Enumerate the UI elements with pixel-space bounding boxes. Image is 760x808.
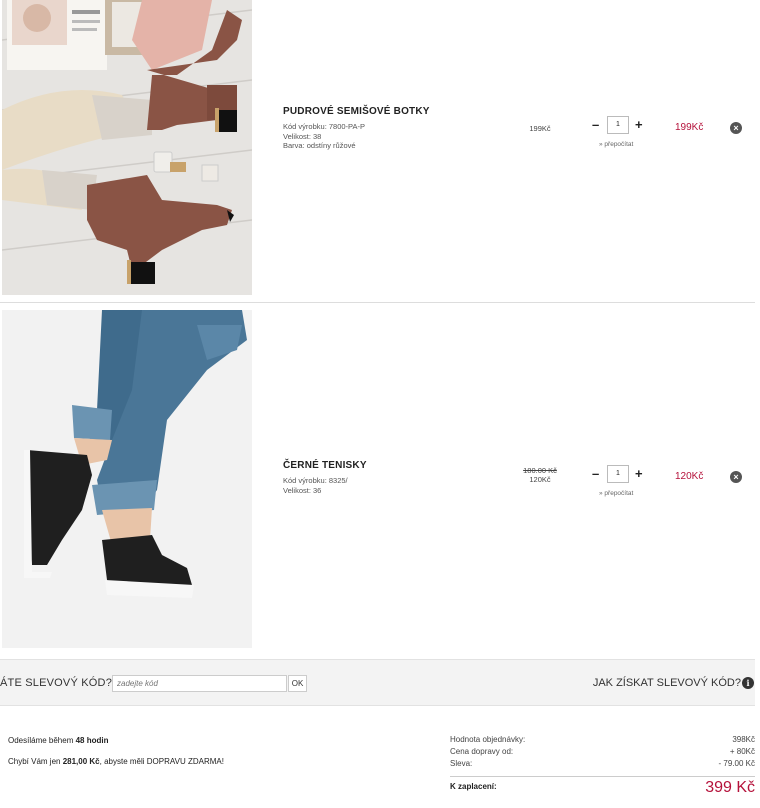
- unit-price: 180.00 Kč 120Kč: [510, 466, 570, 484]
- shipping-time: Odesíláme během 48 hodin: [8, 736, 109, 745]
- product-code: Kód výrobku: 7800-PA-P: [283, 122, 365, 131]
- coupon-input[interactable]: [112, 675, 287, 692]
- product-details: Kód výrobku: 8325/ Velikost: 36: [283, 476, 348, 495]
- qty-input[interactable]: 1: [607, 465, 629, 483]
- product-size: Velikost: 36: [283, 485, 322, 495]
- product-image-sneakers[interactable]: [2, 310, 252, 648]
- remove-icon[interactable]: ×: [730, 122, 742, 134]
- recalc-link[interactable]: » přepočítat: [599, 490, 633, 497]
- qty-decrease-button[interactable]: –: [592, 467, 599, 480]
- free-shipping-note: Chybí Vám jen 281,00 Kč, abyste měli DOP…: [8, 757, 224, 766]
- line-total: 120Kč: [675, 471, 704, 482]
- unit-price-value: 199Kč: [529, 124, 551, 133]
- unit-price-value: 120Kč: [529, 475, 551, 484]
- product-image-boots[interactable]: [2, 0, 252, 295]
- product-details: Kód výrobku: 7800-PA-P Velikost: 38 Barv…: [283, 122, 365, 151]
- product-name[interactable]: ČERNÉ TENISKY: [283, 460, 367, 471]
- free-shipping-text: Chybí Vám jen: [8, 757, 61, 766]
- product-code: Kód výrobku: 8325/: [283, 476, 348, 485]
- cart-item: PUDROVÉ SEMIŠOVÉ BOTKY Kód výrobku: 7800…: [0, 0, 755, 303]
- discount-value: - 79.00 Kč: [718, 759, 755, 768]
- product-name[interactable]: PUDROVÉ SEMIŠOVÉ BOTKY: [283, 106, 430, 117]
- recalc-link[interactable]: » přepočítat: [599, 141, 633, 148]
- coupon-label: ÁTE SLEVOVÝ KÓD?: [0, 677, 113, 689]
- total-value: 399 Kč: [705, 779, 755, 796]
- remove-icon[interactable]: ×: [730, 471, 742, 483]
- order-value-label: Hodnota objednávky:: [450, 735, 526, 744]
- qty-increase-button[interactable]: +: [635, 467, 643, 480]
- coupon-howto-link[interactable]: JAK ZÍSKAT SLEVOVÝ KÓD?: [593, 677, 741, 689]
- info-icon[interactable]: i: [742, 677, 754, 689]
- delivery-value: + 80Kč: [729, 747, 755, 756]
- order-value: 398Kč: [732, 735, 755, 744]
- qty-decrease-button[interactable]: –: [592, 118, 599, 131]
- free-shipping-amount: 281,00 Kč: [62, 757, 100, 766]
- delivery-label: Cena dopravy od:: [450, 747, 514, 756]
- line-total: 199Kč: [675, 122, 704, 133]
- total-label: K zaplacení:: [450, 782, 497, 791]
- qty-input[interactable]: 1: [607, 116, 629, 134]
- product-color: Barva: odstíny růžové: [283, 141, 356, 150]
- shipping-time-text: Odesíláme během: [8, 736, 74, 745]
- cart-item: ČERNÉ TENISKY Kód výrobku: 8325/ Velikos…: [0, 304, 755, 659]
- product-size: Velikost: 38: [283, 131, 322, 141]
- qty-increase-button[interactable]: +: [635, 118, 643, 131]
- discount-label: Sleva:: [450, 759, 473, 768]
- coupon-ok-button[interactable]: OK: [288, 675, 307, 692]
- summary-divider: [450, 776, 755, 777]
- coupon-bar: ÁTE SLEVOVÝ KÓD? OK JAK ZÍSKAT SLEVOVÝ K…: [0, 659, 755, 706]
- free-shipping-suffix: , abyste měli DOPRAVU ZDARMA!: [99, 757, 224, 766]
- old-price: 180.00 Kč: [523, 466, 557, 475]
- unit-price: 199Kč: [510, 124, 570, 133]
- shipping-time-value: 48 hodin: [75, 736, 109, 745]
